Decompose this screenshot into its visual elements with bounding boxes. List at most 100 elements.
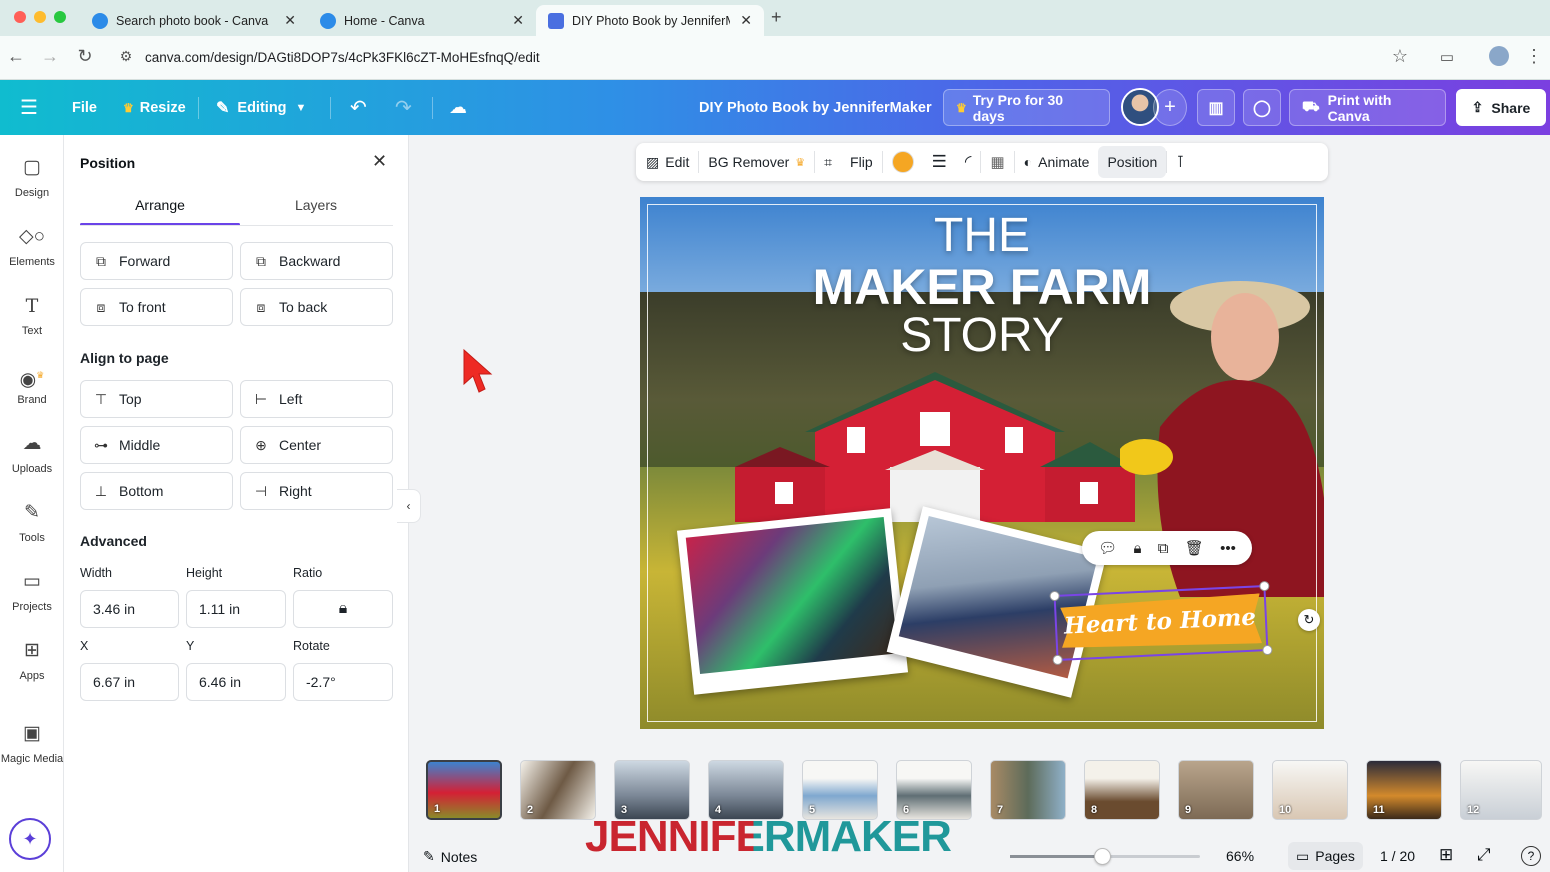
- forward-button[interactable]: ⧉ Forward: [80, 242, 233, 280]
- page-thumbnail[interactable]: 12: [1460, 760, 1542, 820]
- page-thumbnail[interactable]: 7: [990, 760, 1066, 820]
- design-page[interactable]: THE MAKER FARM STORY 💬︎ 🔒︎ ⧉ 🗑︎ ••• Hear…: [640, 197, 1324, 729]
- position-button[interactable]: Position: [1098, 146, 1167, 178]
- grid-view-icon[interactable]: ⊞: [1439, 845, 1453, 865]
- align-middle-button[interactable]: ⊶ Middle: [80, 426, 233, 464]
- fullscreen-icon[interactable]: ⤢: [1477, 845, 1491, 865]
- page-thumbnail[interactable]: 3: [614, 760, 690, 820]
- height-field[interactable]: 1.11 in: [186, 590, 286, 628]
- forward-icon[interactable]: →: [38, 46, 62, 67]
- print-with-canva-button[interactable]: ⛟ Print with Canva: [1289, 89, 1446, 126]
- magic-assistant-icon[interactable]: ✦: [9, 818, 51, 860]
- help-icon[interactable]: ?: [1521, 846, 1541, 866]
- align-left-button[interactable]: ⊢ Left: [240, 380, 393, 418]
- delete-icon[interactable]: 🗑︎: [1185, 539, 1204, 557]
- color-swatch-button[interactable]: [883, 143, 923, 181]
- insights-chart-icon[interactable]: ▥: [1197, 89, 1235, 126]
- zoom-slider-track[interactable]: [1010, 848, 1200, 865]
- file-menu[interactable]: File: [72, 80, 97, 135]
- browser-tab-active[interactable]: DIY Photo Book by JenniferM ✕: [536, 5, 764, 36]
- add-comment-icon[interactable]: 💬︎: [1098, 539, 1117, 557]
- page-thumbnail[interactable]: 2: [520, 760, 596, 820]
- minimize-window-button[interactable]: [34, 11, 46, 23]
- page-thumbnail[interactable]: 4: [708, 760, 784, 820]
- page-thumbnail[interactable]: 9: [1178, 760, 1254, 820]
- undo-icon[interactable]: ↶: [350, 80, 367, 135]
- align-right-button[interactable]: ⊣ Right: [240, 472, 393, 510]
- back-icon[interactable]: ←: [4, 46, 28, 67]
- heart-to-home-banner-selected[interactable]: Heart to Home: [1049, 580, 1273, 666]
- align-bottom-button[interactable]: ⊥ Bottom: [80, 472, 233, 510]
- hamburger-menu-icon[interactable]: ☰: [20, 80, 38, 135]
- to-front-button[interactable]: ⧈ To front: [80, 288, 233, 326]
- more-options-icon[interactable]: •••: [1220, 540, 1236, 557]
- resize-button[interactable]: ♛ Resize: [123, 80, 186, 135]
- share-button[interactable]: ⇪ Share: [1456, 89, 1546, 126]
- aurora-polaroid-photo[interactable]: [676, 508, 909, 695]
- browser-menu-icon[interactable]: ⋮: [1522, 46, 1546, 67]
- flip-button[interactable]: Flip: [841, 143, 882, 181]
- browser-tab[interactable]: Search photo book - Canva ✕: [80, 5, 308, 36]
- zoom-slider-thumb[interactable]: [1094, 848, 1111, 865]
- width-field[interactable]: 3.46 in: [80, 590, 179, 628]
- close-tab-icon[interactable]: ✕: [512, 12, 524, 29]
- tab-layers[interactable]: Layers: [240, 197, 392, 213]
- page-thumbnail[interactable]: 5: [802, 760, 878, 820]
- site-settings-icon[interactable]: ⚙: [114, 48, 138, 65]
- rotate-handle-icon[interactable]: ↻: [1298, 609, 1320, 631]
- page-thumbnail[interactable]: 11: [1366, 760, 1442, 820]
- crop-icon[interactable]: ⌗: [815, 143, 841, 181]
- add-collaborator-icon[interactable]: +: [1153, 89, 1187, 126]
- ratio-lock-icon[interactable]: 🔒︎: [293, 590, 393, 628]
- cloud-saved-icon[interactable]: ☁: [449, 80, 467, 135]
- animate-button[interactable]: ◐ Animate: [1015, 143, 1099, 181]
- editing-mode-dropdown[interactable]: ✎ Editing ▼: [216, 80, 306, 135]
- rotate-field[interactable]: -2.7°: [293, 663, 393, 701]
- browser-tab[interactable]: Home - Canva ✕: [308, 5, 536, 36]
- new-tab-icon[interactable]: +: [771, 7, 782, 28]
- rail-item-projects[interactable]: ▭ Projects: [0, 571, 64, 613]
- transparency-icon[interactable]: ▦: [981, 143, 1013, 181]
- page-counter[interactable]: 1 / 20: [1380, 848, 1415, 864]
- close-tab-icon[interactable]: ✕: [284, 12, 296, 29]
- profile-avatar[interactable]: [1489, 46, 1509, 66]
- lock-icon[interactable]: 🔒︎: [1133, 540, 1141, 557]
- rail-item-elements[interactable]: ◇○ Elements: [0, 226, 64, 268]
- cast-icon[interactable]: ▭: [1435, 48, 1459, 66]
- rail-item-uploads[interactable]: ☁ Uploads: [0, 433, 64, 475]
- backward-button[interactable]: ⧉ Backward: [240, 242, 393, 280]
- rail-item-text[interactable]: T Text: [0, 295, 64, 337]
- bookmark-star-icon[interactable]: ☆: [1388, 46, 1412, 67]
- to-back-button[interactable]: ⧈ To back: [240, 288, 393, 326]
- corner-rounding-icon[interactable]: ◜: [956, 143, 981, 181]
- resize-handle[interactable]: [1049, 590, 1060, 602]
- reload-icon[interactable]: ↻: [73, 46, 97, 67]
- x-field[interactable]: 6.67 in: [80, 663, 179, 701]
- try-pro-button[interactable]: ♛ Try Pro for 30 days: [943, 89, 1110, 126]
- border-style-icon[interactable]: ☰: [923, 143, 956, 181]
- comment-icon[interactable]: ◯: [1243, 89, 1281, 126]
- rail-item-brand[interactable]: ◉♛ Brand: [0, 364, 64, 406]
- page-thumbnail[interactable]: 10: [1272, 760, 1348, 820]
- close-tab-icon[interactable]: ✕: [740, 12, 752, 29]
- tab-arrange[interactable]: Arrange: [80, 197, 240, 213]
- maximize-window-button[interactable]: [54, 11, 66, 23]
- duplicate-icon[interactable]: ⧉: [1158, 540, 1169, 557]
- redo-icon[interactable]: ↷: [395, 80, 412, 135]
- page-thumbnail[interactable]: 8: [1084, 760, 1160, 820]
- page-thumbnail[interactable]: 1: [426, 760, 502, 820]
- close-panel-icon[interactable]: ✕: [372, 151, 387, 172]
- align-center-button[interactable]: ⊕ Center: [240, 426, 393, 464]
- document-title[interactable]: DIY Photo Book by JenniferMaker: [699, 80, 932, 135]
- rail-item-tools[interactable]: ✎ Tools: [0, 502, 64, 544]
- zoom-level[interactable]: 66%: [1226, 848, 1254, 864]
- collapse-panel-chevron-icon[interactable]: ‹: [397, 489, 421, 523]
- align-top-button[interactable]: ⊤ Top: [80, 380, 233, 418]
- rail-item-design[interactable]: ▢ Design: [0, 157, 64, 199]
- rail-item-magic-media[interactable]: ▣ Magic Media: [0, 723, 64, 765]
- rail-item-apps[interactable]: ⊞ Apps: [0, 640, 64, 682]
- pages-toggle-button[interactable]: ▭ Pages: [1288, 842, 1363, 870]
- url-field[interactable]: canva.com/design/DAGti8DOP7s/4cPk3FKl6cZ…: [145, 50, 540, 65]
- y-field[interactable]: 6.46 in: [186, 663, 286, 701]
- copy-style-paint-roller-icon[interactable]: ⊺: [1167, 143, 1193, 181]
